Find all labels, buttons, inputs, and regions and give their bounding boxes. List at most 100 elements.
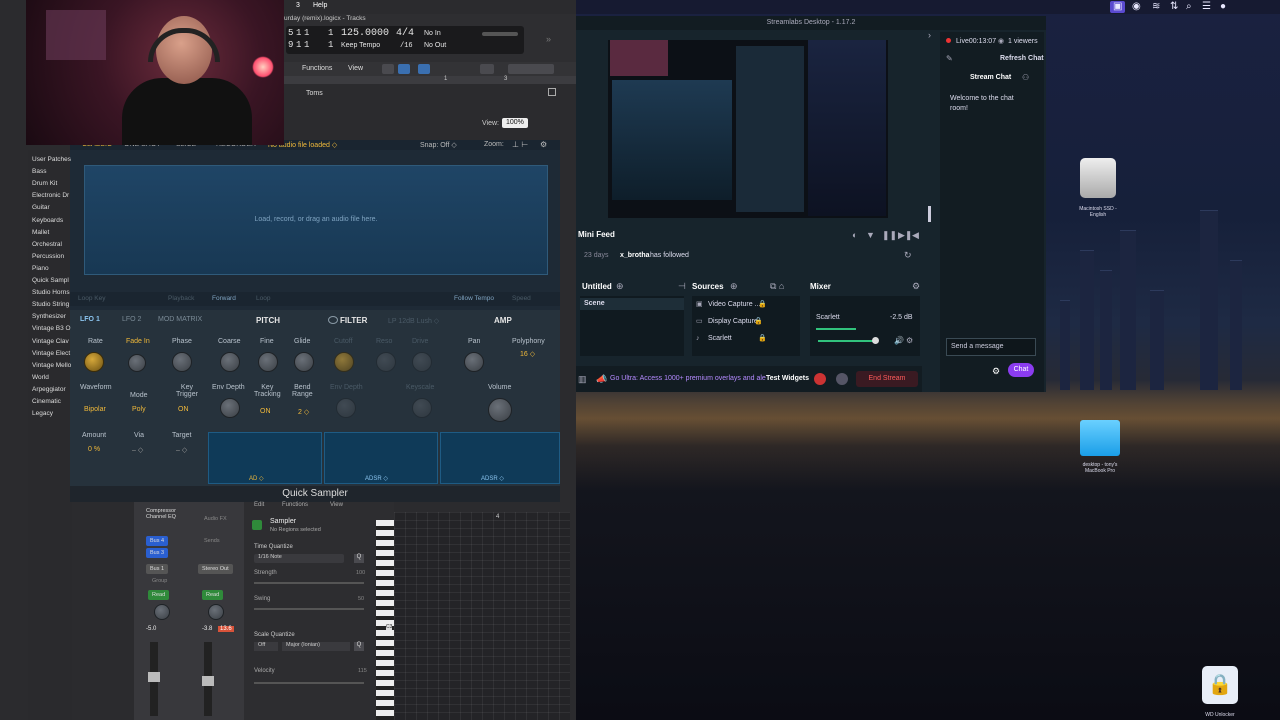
output-bus1[interactable]: Bus 1: [146, 564, 169, 574]
bus4-send[interactable]: Bus 4: [146, 536, 169, 546]
gear-icon[interactable]: ⚙: [540, 140, 547, 149]
key-tracking-value[interactable]: ON: [260, 408, 271, 415]
waveform-drop-area[interactable]: Load, record, or drag an audio file here…: [84, 165, 548, 275]
notification-icon[interactable]: ●: [1220, 1, 1226, 13]
library-item[interactable]: World: [32, 374, 49, 381]
library-item[interactable]: Keyboards: [32, 217, 63, 224]
library-item[interactable]: User Patches: [32, 156, 71, 163]
list-view-icon[interactable]: [382, 64, 394, 74]
fine-knob[interactable]: [258, 352, 278, 372]
phase-knob[interactable]: [172, 352, 192, 372]
library-item[interactable]: Vintage Elect: [32, 350, 70, 357]
library-item[interactable]: Cinematic: [32, 398, 61, 405]
folder-icon[interactable]: [1080, 420, 1120, 456]
feed-user[interactable]: x_brotha: [620, 252, 650, 259]
ruler[interactable]: 1 3: [284, 76, 576, 84]
bus3-send[interactable]: Bus 3: [146, 548, 169, 558]
library-item[interactable]: Drum Kit: [32, 180, 57, 187]
refresh-chat-button[interactable]: Refresh Chat: [1000, 55, 1044, 62]
replay-button[interactable]: [836, 373, 848, 385]
library-item[interactable]: Bass: [32, 168, 46, 175]
filter-icon[interactable]: ◐: [852, 230, 857, 240]
lock-icon[interactable]: 🔒: [758, 300, 767, 310]
library-item[interactable]: Vintage Mello: [32, 362, 71, 369]
track-name[interactable]: Toms: [306, 90, 323, 97]
pause-icon[interactable]: ❚❚: [882, 230, 897, 240]
pan-knob-2[interactable]: [208, 604, 224, 620]
group-label[interactable]: Group: [152, 578, 167, 584]
search-icon[interactable]: ⌕: [1186, 1, 1192, 13]
library-item[interactable]: Guitar: [32, 204, 50, 211]
piano-roll-grid[interactable]: 4: [394, 512, 570, 720]
source-item[interactable]: Display Capture: [708, 318, 758, 325]
test-widgets-button[interactable]: Test Widgets: [766, 375, 809, 382]
swing-slider[interactable]: [254, 608, 364, 610]
edit-icon[interactable]: ✎: [946, 54, 953, 64]
lfo1-tab[interactable]: LFO 1: [80, 316, 100, 323]
filter-type[interactable]: LP 12dB Lush ◇: [388, 317, 439, 325]
quantize-button[interactable]: Q: [354, 554, 364, 563]
via-value[interactable]: – ◇: [132, 446, 143, 454]
user-settings-icon[interactable]: ⚇: [1022, 73, 1029, 83]
filter-envelope[interactable]: ADSR ◇: [324, 432, 438, 484]
skip-icon[interactable]: ▶❚: [898, 230, 912, 240]
mixer-gear-icon[interactable]: ⚙: [906, 336, 913, 346]
source-item[interactable]: Scarlett: [708, 335, 732, 342]
zoom-fit-icon[interactable]: ⊥ ⊢: [512, 140, 528, 149]
grid-view-icon[interactable]: [398, 64, 410, 74]
fader-1[interactable]: [148, 672, 160, 682]
end-stream-button[interactable]: End Stream: [856, 371, 918, 387]
library-item[interactable]: Percussion: [32, 253, 64, 260]
library-item[interactable]: Legacy: [32, 410, 53, 417]
refresh-icon[interactable]: ↻: [904, 250, 912, 260]
volume-slider[interactable]: [482, 32, 518, 36]
filter-power-icon[interactable]: [328, 316, 338, 324]
volume-handle[interactable]: [872, 337, 879, 344]
stream-preview[interactable]: [608, 40, 888, 218]
automation-read[interactable]: Read: [148, 590, 170, 600]
collapse-chat-icon[interactable]: ›: [928, 30, 931, 40]
menu-help[interactable]: Help: [313, 2, 327, 9]
chat-send-button[interactable]: Chat: [1008, 363, 1034, 377]
library-item[interactable]: Studio String: [32, 301, 69, 308]
edit-menu[interactable]: Edit: [254, 502, 264, 508]
library-item[interactable]: Mallet: [32, 229, 49, 236]
scene-row[interactable]: Scene: [580, 298, 684, 310]
bipolar-value[interactable]: Bipolar: [84, 406, 106, 413]
piano-keyboard[interactable]: [376, 520, 394, 720]
chat-settings-icon[interactable]: ⚙: [992, 366, 1000, 376]
vpn-lock-icon[interactable]: 🔒: [1202, 666, 1238, 704]
amount-value[interactable]: 0 %: [88, 446, 100, 453]
lock-icon[interactable]: 🔒: [754, 317, 763, 327]
library-item[interactable]: Electronic Dr: [32, 192, 69, 199]
pan-knob[interactable]: [464, 352, 484, 372]
env-depth-knob[interactable]: [220, 398, 240, 418]
library-item[interactable]: Vintage Clav: [32, 338, 69, 345]
rate-knob[interactable]: [84, 352, 104, 372]
mixer-settings-icon[interactable]: ⚙: [912, 281, 920, 291]
source-tools-icon[interactable]: ⧉ ⌂: [770, 281, 784, 291]
library-item[interactable]: Studio Horns: [32, 289, 70, 296]
pan-knob-1[interactable]: [154, 604, 170, 620]
library-item[interactable]: Synthesizer: [32, 313, 66, 320]
plugins-slot[interactable]: Compressor Channel EQ: [146, 508, 176, 520]
zoom-percent[interactable]: 100%: [502, 118, 528, 128]
speaker-icon[interactable]: 🔊: [894, 336, 904, 346]
bend-range-value[interactable]: 2 ◇: [298, 408, 309, 416]
zoom-icon[interactable]: [480, 64, 494, 74]
screen-share-icon[interactable]: ▣: [1110, 1, 1126, 13]
automation-read-2[interactable]: Read: [202, 590, 224, 600]
polyphony-value[interactable]: 16 ◇: [520, 350, 535, 358]
fade-in-knob[interactable]: [128, 354, 146, 372]
expand-icon[interactable]: »: [546, 34, 551, 44]
source-item[interactable]: Video Capture ...: [708, 301, 760, 308]
add-scene-icon[interactable]: ⊕: [616, 281, 624, 291]
amp-envelope[interactable]: ADSR ◇: [440, 432, 560, 484]
library-item[interactable]: Piano: [32, 265, 49, 272]
scene-collapse-icon[interactable]: ⊣: [678, 281, 686, 291]
mute-icon[interactable]: ◀: [912, 230, 919, 240]
track-icon[interactable]: [548, 88, 556, 96]
target-value[interactable]: – ◇: [176, 446, 187, 454]
follow-tempo[interactable]: Follow Tempo: [454, 295, 494, 302]
fader-2[interactable]: [202, 676, 214, 686]
